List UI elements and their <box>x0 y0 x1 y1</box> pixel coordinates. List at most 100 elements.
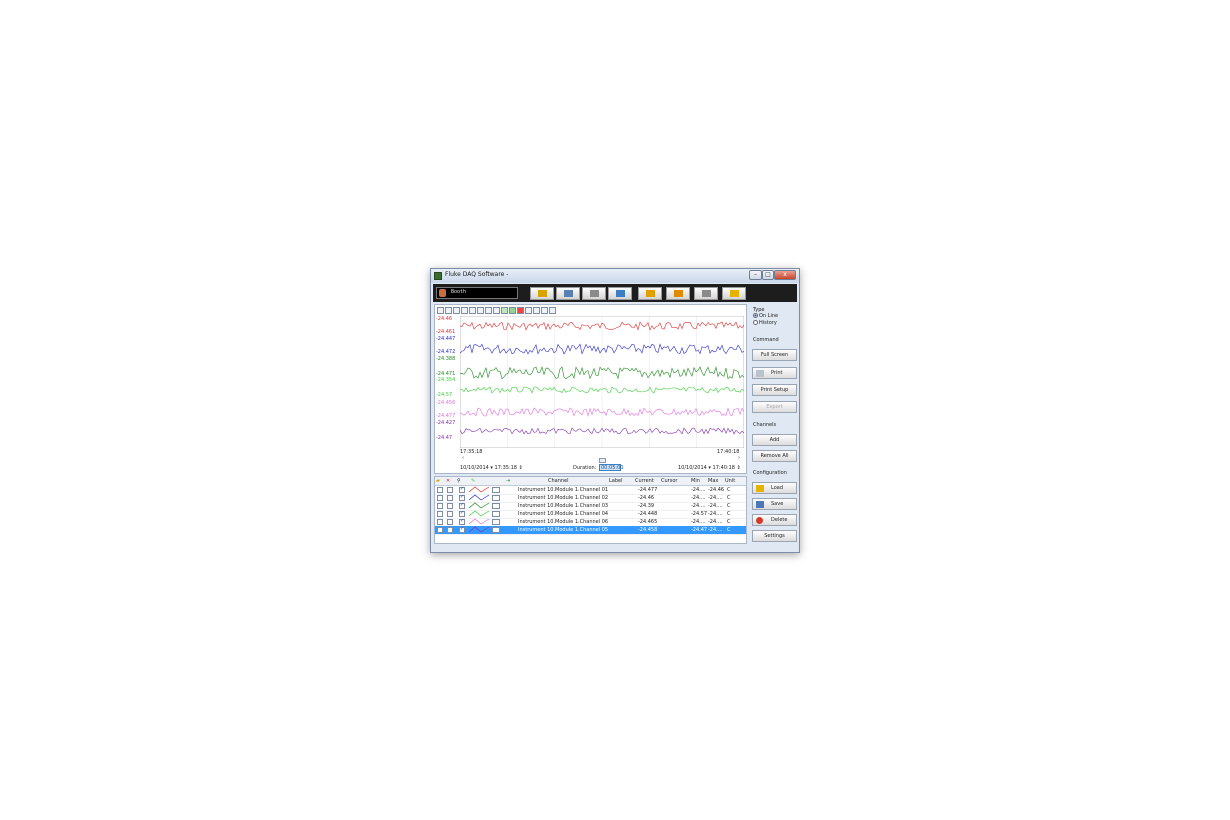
grid-icon[interactable] <box>493 307 500 314</box>
add-channel-button[interactable]: Add <box>752 434 797 446</box>
start-time[interactable]: 17:35:18 <box>495 465 517 471</box>
col-cursor[interactable]: Cursor <box>661 478 677 484</box>
toolbar-button-5[interactable] <box>638 287 662 300</box>
zoom-in-icon[interactable] <box>469 307 476 314</box>
chevron-down-icon[interactable]: ▾ <box>490 465 493 471</box>
scroll-right-icon[interactable]: › <box>738 455 740 461</box>
more-options-button[interactable] <box>492 503 500 509</box>
col-max[interactable]: Max <box>708 478 718 484</box>
start-date[interactable]: 10/10/2014 <box>460 465 489 471</box>
copy-icon[interactable] <box>437 307 444 314</box>
spin-icon[interactable]: ⇕ <box>737 465 741 471</box>
row-flag-box[interactable] <box>447 495 453 501</box>
row-select-box[interactable] <box>437 527 443 533</box>
radio-online[interactable]: On Line <box>753 313 778 319</box>
title-bar[interactable]: Fluke DAQ Software - – □ x <box>431 269 799 283</box>
columns-icon[interactable] <box>533 307 540 314</box>
cell-max: -24.... <box>708 527 723 533</box>
trace-style-preview[interactable] <box>468 502 490 509</box>
toolbar-button-2[interactable] <box>556 287 580 300</box>
delete-icon[interactable]: ✕ <box>446 478 450 484</box>
fit-icon[interactable] <box>541 307 548 314</box>
visible-checkbox[interactable] <box>459 502 465 509</box>
toolbar-button-3[interactable] <box>582 287 606 300</box>
col-label[interactable]: Label <box>609 478 623 484</box>
minimize-button[interactable]: – <box>749 270 762 280</box>
y-axis-label: -24.461 <box>436 329 456 335</box>
picture-icon[interactable] <box>549 307 556 314</box>
visible-checkbox[interactable] <box>459 510 465 517</box>
more-options-button[interactable] <box>492 487 500 493</box>
row-flag-box[interactable] <box>447 487 453 493</box>
print-setup-button[interactable]: Print Setup <box>752 384 797 396</box>
radio-online-label: On Line <box>759 313 779 319</box>
floppy-icon <box>756 501 764 508</box>
row-select-box[interactable] <box>437 503 443 509</box>
visible-checkbox[interactable] <box>459 486 465 493</box>
spin-icon[interactable]: ⇕ <box>519 465 523 471</box>
y-axis-label: -24.388 <box>436 356 456 362</box>
full-screen-button[interactable]: Full Screen <box>752 349 797 361</box>
toolbar-button-8[interactable] <box>722 287 746 300</box>
copy2-icon[interactable] <box>445 307 452 314</box>
row-select-box[interactable] <box>437 511 443 517</box>
more-options-button[interactable] <box>492 495 500 501</box>
scroll-left-icon[interactable]: ‹ <box>462 455 464 461</box>
more-options-button[interactable] <box>492 527 500 533</box>
visible-checkbox[interactable] <box>459 494 465 501</box>
row-flag-box[interactable] <box>447 511 453 517</box>
chart-line-icon[interactable] <box>501 307 508 314</box>
col-min[interactable]: Min <box>691 478 700 484</box>
trend-plot[interactable] <box>460 316 744 448</box>
col-unit[interactable]: Unit <box>725 478 735 484</box>
end-time[interactable]: 17:40:18 <box>713 465 735 471</box>
trace-style-preview[interactable] <box>468 526 490 533</box>
user-field[interactable]: Booth <box>436 287 518 299</box>
trace-style-line <box>468 518 490 525</box>
col-current[interactable]: Current <box>635 478 654 484</box>
radio-history[interactable]: History <box>753 320 777 326</box>
save-button[interactable]: Save <box>752 498 797 510</box>
print-button[interactable]: Print <box>752 367 797 379</box>
chevron-down-icon[interactable]: ▾ <box>708 465 711 471</box>
visible-checkbox[interactable] <box>459 526 465 533</box>
visible-checkbox[interactable] <box>459 518 465 525</box>
delete-button[interactable]: Delete <box>752 514 797 526</box>
cell-unit: C <box>727 495 731 501</box>
remove-all-button[interactable]: Remove All <box>752 450 797 462</box>
timeline-scroll-thumb[interactable] <box>599 458 606 463</box>
end-date[interactable]: 10/10/2014 <box>678 465 707 471</box>
table-row[interactable]: Instrument 10.Module 1.Channel 05 -24.458… <box>435 526 746 535</box>
trace-style-preview[interactable] <box>468 518 490 525</box>
toolbar-button-7[interactable] <box>694 287 718 300</box>
more-options-button[interactable] <box>492 519 500 525</box>
maximize-button[interactable]: □ <box>762 270 774 280</box>
row-select-box[interactable] <box>437 487 443 493</box>
load-button[interactable]: Load <box>752 482 797 494</box>
trace-style-preview[interactable] <box>468 510 490 517</box>
zoom-area-icon[interactable] <box>461 307 468 314</box>
close-button[interactable]: x <box>774 270 796 280</box>
save-icon[interactable] <box>453 307 460 314</box>
more-options-button[interactable] <box>492 511 500 517</box>
toolbar-button-1[interactable] <box>530 287 554 300</box>
folder-icon[interactable]: ▰ <box>436 478 440 484</box>
row-select-box[interactable] <box>437 519 443 525</box>
row-flag-box[interactable] <box>447 503 453 509</box>
add-icon[interactable] <box>509 307 516 314</box>
toolbar-button-4[interactable] <box>608 287 632 300</box>
pen-icon: ✎ <box>471 478 476 484</box>
pointer-icon[interactable] <box>485 307 492 314</box>
row-select-box[interactable] <box>437 495 443 501</box>
trace-style-preview[interactable] <box>468 486 490 493</box>
row-flag-box[interactable] <box>447 519 453 525</box>
zoom-out-icon[interactable] <box>477 307 484 314</box>
toolbar-button-6[interactable] <box>666 287 690 300</box>
settings-button[interactable]: Settings <box>752 530 797 542</box>
remove-icon[interactable] <box>517 307 524 314</box>
table-icon[interactable] <box>525 307 532 314</box>
trace-style-preview[interactable] <box>468 494 490 501</box>
col-channel[interactable]: Channel <box>548 478 569 484</box>
row-flag-box[interactable] <box>447 527 453 533</box>
duration-field[interactable]: 00:05:00 <box>599 464 623 471</box>
